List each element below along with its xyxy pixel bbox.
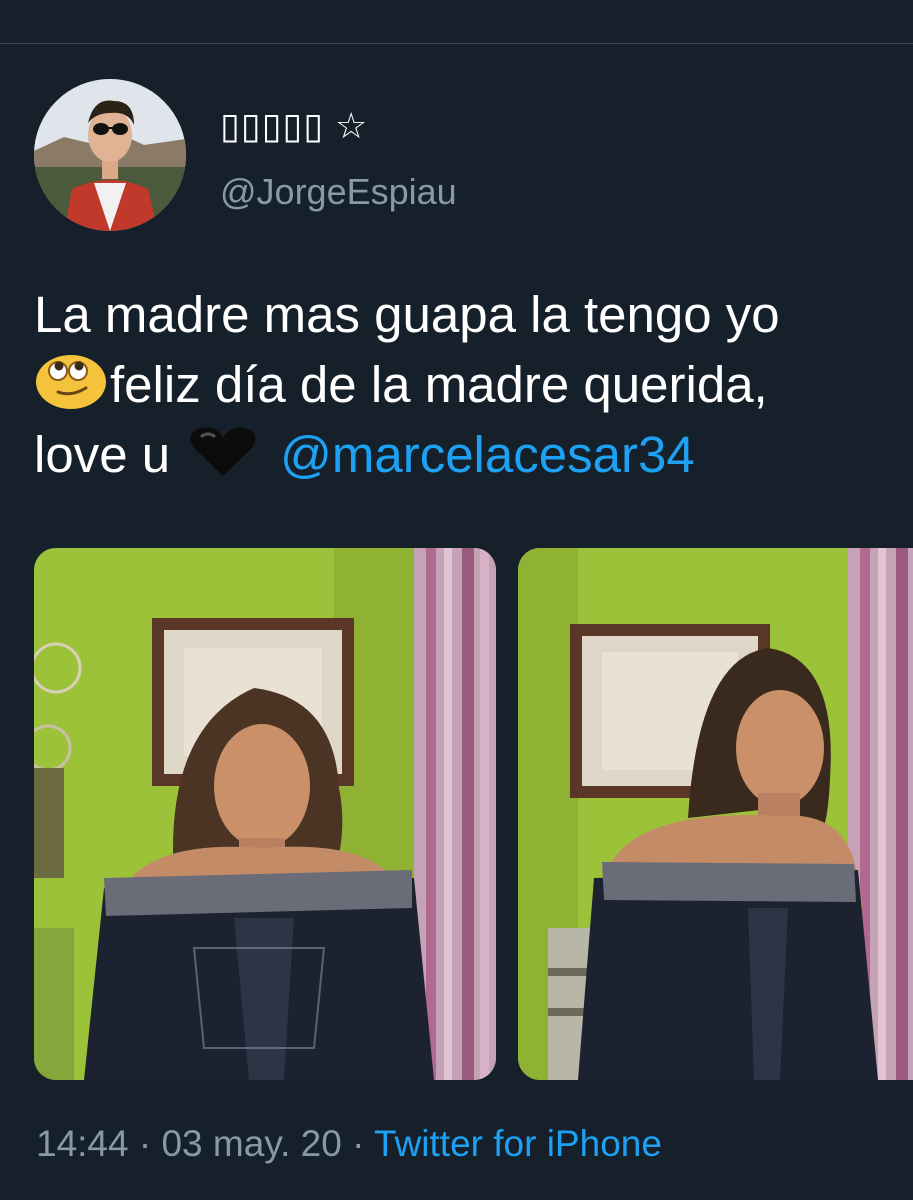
tweet-detail-screen: ▯▯▯▯▯ ☆ @JorgeEspiau La madre mas guapa … [0, 0, 913, 1200]
face-with-rolling-eyes-icon [36, 355, 106, 409]
author-avatar[interactable] [34, 79, 186, 231]
author-handle[interactable]: @JorgeEspiau [220, 170, 457, 214]
author-display-name[interactable]: ▯▯▯▯▯ ☆ [220, 104, 368, 148]
tweet-text: La madre mas guapa la tengo yo feliz día… [34, 280, 913, 490]
meta-separator-1: · [128, 1123, 162, 1164]
black-heart-icon [190, 427, 256, 476]
tweet-text-line-3-label: love u [34, 426, 171, 483]
tweet-time: 14:44 [36, 1123, 129, 1164]
meta-separator-2: · [341, 1123, 375, 1164]
tweet-photo-1[interactable] [34, 548, 496, 1080]
tweet-photo-2[interactable] [518, 548, 913, 1080]
tweet-source-link[interactable]: Twitter for iPhone [374, 1123, 662, 1164]
tweet-text-line-2: feliz día de la madre querida, [34, 350, 913, 420]
top-divider [0, 43, 913, 44]
tweet-date: 03 may. 20 [161, 1123, 342, 1164]
tweet-text-line-2-label: feliz día de la madre querida, [110, 356, 768, 413]
tweet-meta: 14:44 · 03 may. 20 · Twitter for iPhone [36, 1122, 662, 1166]
mention-link[interactable]: @marcelacesar34 [280, 426, 695, 483]
tweet-text-line-3: love u @marcelacesar34 [34, 420, 913, 490]
tweet-text-line-1: La madre mas guapa la tengo yo [34, 286, 780, 343]
